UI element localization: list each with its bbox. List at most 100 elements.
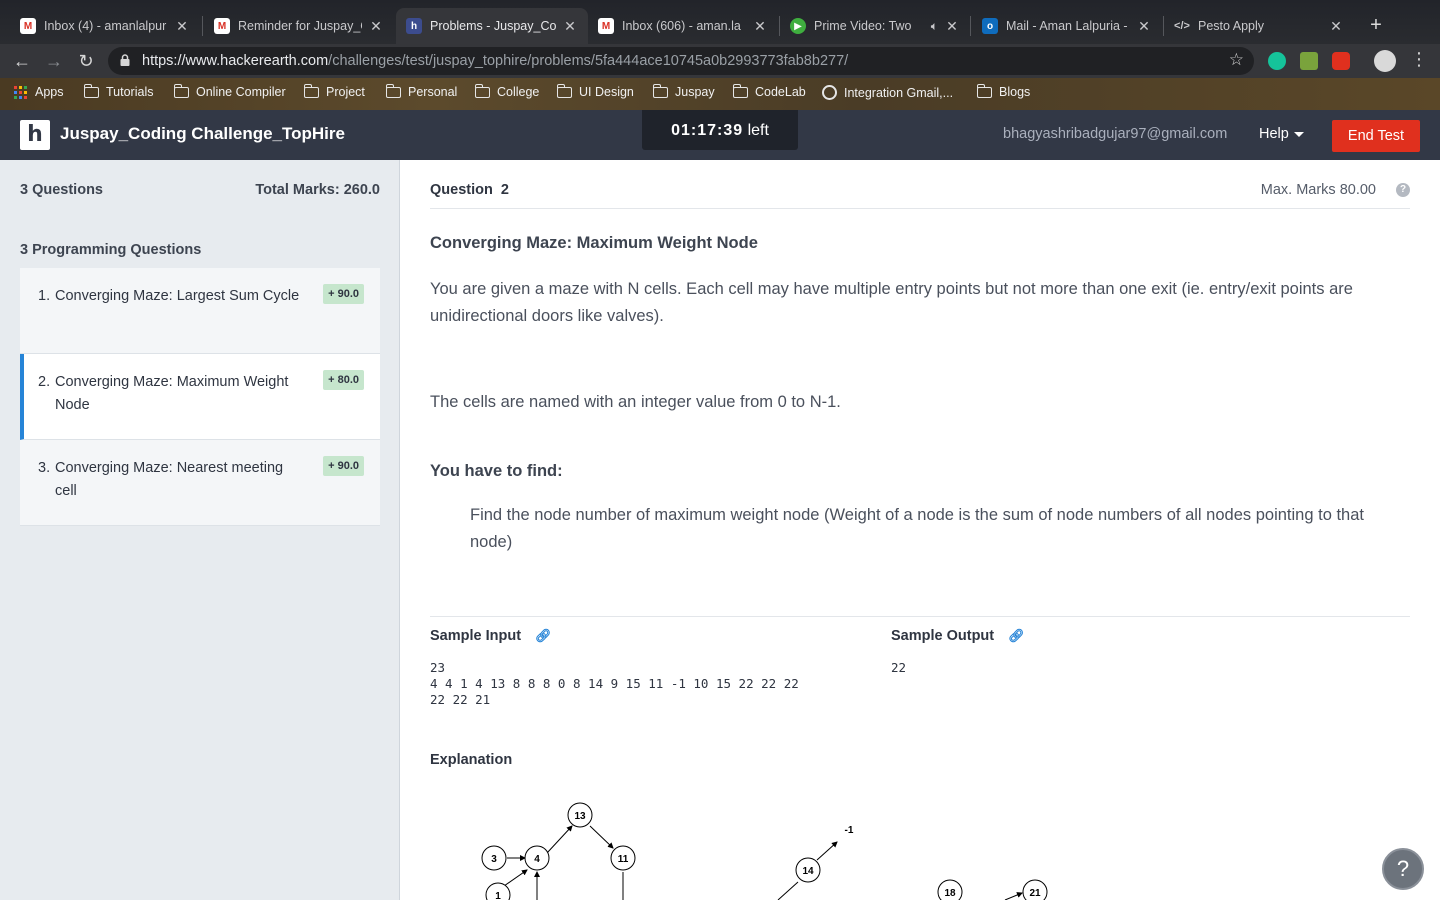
folder-icon xyxy=(83,83,99,98)
grammarly-icon[interactable] xyxy=(1268,52,1286,70)
bookmark-folder[interactable]: Tutorials xyxy=(83,83,154,99)
bookmark-folder[interactable]: Online Compiler xyxy=(173,83,286,99)
integration-icon xyxy=(822,85,837,100)
browser-tab[interactable]: </> Pesto Apply ✕ xyxy=(1164,8,1354,44)
back-arrow-icon[interactable]: ← xyxy=(10,49,34,73)
tab-title: Inbox (4) - amanlalpur xyxy=(44,19,167,33)
question-item-2[interactable]: 2. Converging Maze: Maximum Weight Node … xyxy=(20,354,380,440)
problem-paragraph: The cells are named with an integer valu… xyxy=(430,393,841,411)
close-icon[interactable]: ✕ xyxy=(1328,18,1344,35)
link-icon[interactable]: 🔗︎ xyxy=(1008,628,1025,644)
gmail-icon: M xyxy=(214,18,230,34)
tab-title: Prime Video: Two xyxy=(814,19,912,33)
close-icon[interactable]: ✕ xyxy=(368,18,384,35)
forward-arrow-icon[interactable]: → xyxy=(42,49,66,73)
bookmark-label: UI Design xyxy=(579,85,634,99)
bookmark-apps[interactable]: Apps xyxy=(14,85,64,99)
close-icon[interactable]: ✕ xyxy=(562,18,578,35)
help-circle-icon[interactable]: ? xyxy=(1396,183,1410,197)
tab-title: Reminder for Juspay_C xyxy=(238,19,362,33)
help-label: Help xyxy=(1259,126,1289,142)
bookmark-label: Online Compiler xyxy=(196,85,286,99)
section-title: 3 Programming Questions xyxy=(20,242,202,258)
bookmark-folder[interactable]: Juspay xyxy=(652,83,715,99)
browser-tab[interactable]: M Inbox (4) - amanlalpur ✕ xyxy=(10,8,200,44)
bookmark-label: Integration Gmail,... xyxy=(844,85,954,100)
extension-icon[interactable] xyxy=(1332,52,1350,70)
apps-grid-icon xyxy=(14,85,27,99)
outlook-icon: o xyxy=(982,18,998,34)
code-icon: </> xyxy=(1174,20,1190,32)
graph-node-label: 11 xyxy=(618,854,629,865)
bookmark-label: Project xyxy=(326,85,365,99)
profile-avatar[interactable] xyxy=(1374,50,1396,72)
close-icon[interactable]: ✕ xyxy=(944,18,960,35)
folder-icon xyxy=(474,83,490,98)
graph-node: 18 xyxy=(937,879,963,900)
bookmark-label: Tutorials xyxy=(106,85,154,99)
folder-icon xyxy=(173,83,189,98)
challenge-title: Juspay_Coding Challenge_TopHire xyxy=(60,124,345,143)
question-item-1[interactable]: 1. Converging Maze: Largest Sum Cycle + … xyxy=(20,268,380,354)
graph-edge xyxy=(503,869,528,887)
help-fab-button[interactable]: ? xyxy=(1382,848,1424,890)
end-test-button[interactable]: End Test xyxy=(1332,120,1420,152)
gmail-icon: M xyxy=(598,18,614,34)
browser-tab[interactable]: o Mail - Aman Lalpuria - ✕ xyxy=(972,8,1162,44)
bookmark-label: College xyxy=(497,85,540,99)
menu-kebab-icon[interactable]: ⋮ xyxy=(1410,49,1428,70)
bookmark-label: Juspay xyxy=(675,85,715,99)
help-dropdown[interactable]: Help xyxy=(1259,126,1304,142)
sidebar-summary: 3 Questions Total Marks: 260.0 xyxy=(20,182,380,198)
graph-node-label: 18 xyxy=(944,888,956,899)
find-text: Find the node number of maximum weight n… xyxy=(470,506,1364,551)
bookmark-link[interactable]: Integration Gmail,... xyxy=(822,85,953,100)
folder-icon xyxy=(303,83,319,98)
bookmark-label: Personal xyxy=(408,85,458,99)
close-icon[interactable]: ✕ xyxy=(752,18,768,35)
question-title: Converging Maze: Maximum Weight Node xyxy=(55,374,289,413)
bookmark-star-icon[interactable]: ☆ xyxy=(1229,50,1244,70)
question-header: Question 2 Max. Marks 80.00 ? xyxy=(430,182,1410,198)
browser-tab[interactable]: M Inbox (606) - aman.la ✕ xyxy=(588,8,778,44)
tab-title: Pesto Apply xyxy=(1198,19,1265,33)
bookmark-folder[interactable]: CodeLab xyxy=(732,83,806,99)
sample-output-header: Sample Output 🔗︎ xyxy=(891,628,1025,644)
sample-input-code: 23 4 4 1 4 13 8 8 8 0 8 14 9 15 11 -1 10… xyxy=(430,660,799,707)
hackerearth-logo[interactable]: h xyxy=(20,120,50,150)
question-number: 1. xyxy=(38,288,51,304)
question-item-3[interactable]: 3. Converging Maze: Nearest meeting cell… xyxy=(20,440,380,526)
bookmark-folder[interactable]: Blogs xyxy=(976,83,1030,99)
address-bar[interactable]: https://www.hackerearth.com/challenges/t… xyxy=(108,47,1254,75)
new-tab-button[interactable]: + xyxy=(1364,13,1388,37)
bookmark-folder[interactable]: Personal xyxy=(385,83,458,99)
browser-tab-bar: M Inbox (4) - amanlalpur ✕ M Reminder fo… xyxy=(0,0,1440,44)
marks-badge: + 80.0 xyxy=(323,370,364,390)
bookmark-folder[interactable]: UI Design xyxy=(556,83,634,99)
browser-tab-active[interactable]: h Problems - Juspay_Co ✕ xyxy=(396,8,588,44)
tab-title: Inbox (606) - aman.la xyxy=(622,19,741,33)
sample-input-header: Sample Input 🔗︎ xyxy=(430,628,552,644)
tab-separator xyxy=(970,16,971,36)
graph-edge xyxy=(546,825,573,854)
marks-badge: + 90.0 xyxy=(323,456,364,476)
extension-icon[interactable] xyxy=(1300,52,1318,70)
browser-tab[interactable]: M Reminder for Juspay_C ✕ xyxy=(204,8,394,44)
close-icon[interactable]: ✕ xyxy=(1136,18,1152,35)
question-number: 2. xyxy=(38,374,51,390)
bookmark-folder[interactable]: College xyxy=(474,83,540,99)
divider xyxy=(430,616,1410,617)
close-icon[interactable]: ✕ xyxy=(174,18,190,35)
reload-icon[interactable]: ↻ xyxy=(74,49,98,73)
speaker-icon[interactable]: 🔈︎ xyxy=(931,19,938,34)
sample-output-code: 22 xyxy=(891,660,907,675)
app-header: h Juspay_Coding Challenge_TopHire 01:17:… xyxy=(0,110,1440,160)
browser-tab[interactable]: ▶ Prime Video: Two 🔈︎ ✕ xyxy=(780,8,970,44)
explanation-label: Explanation xyxy=(430,752,513,768)
total-marks: Total Marks: 260.0 xyxy=(255,182,380,198)
user-email: bhagyashribadgujar97@gmail.com xyxy=(1003,126,1228,142)
bookmark-folder[interactable]: Project xyxy=(303,83,365,99)
link-icon[interactable]: 🔗︎ xyxy=(535,628,552,644)
timer-suffix: left xyxy=(747,122,769,139)
divider xyxy=(430,208,1410,209)
